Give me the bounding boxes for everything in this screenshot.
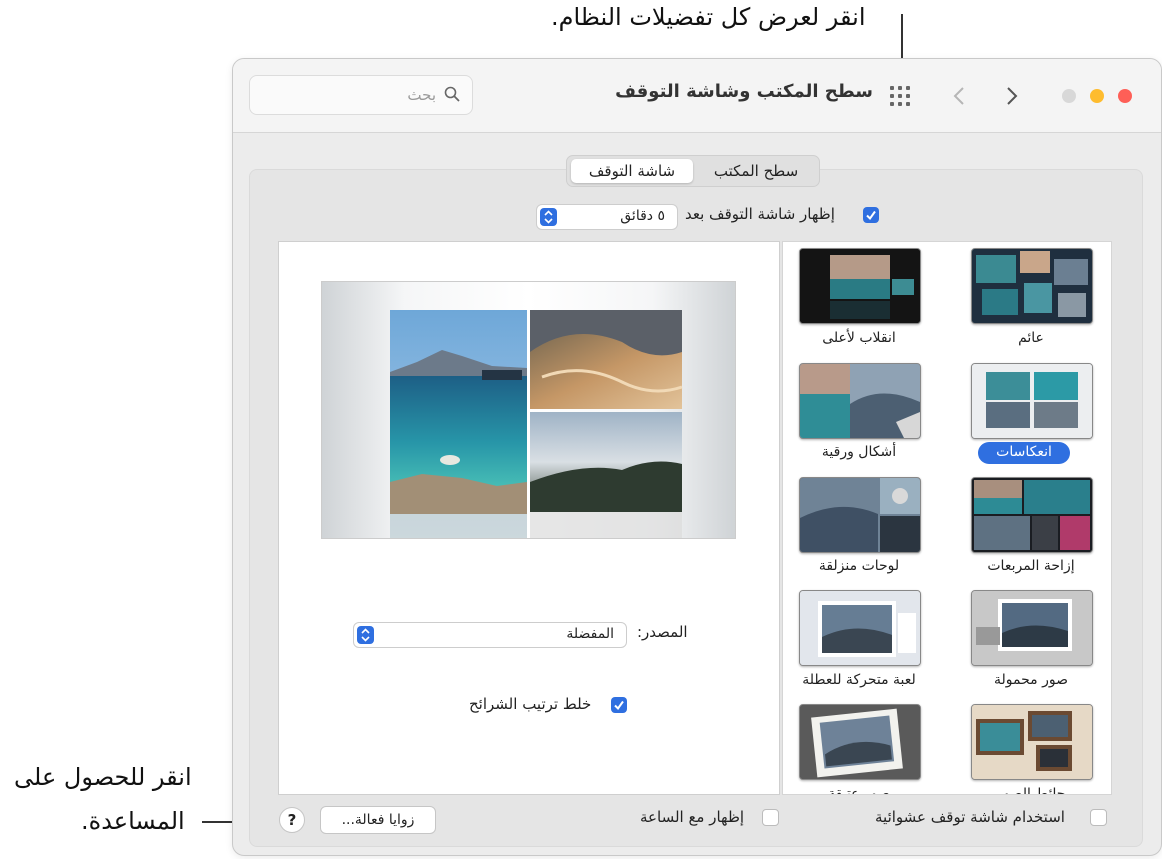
preview-image <box>321 281 736 539</box>
random-screensaver-checkbox[interactable] <box>1090 809 1107 826</box>
show-clock-label: إظهار مع الساعة <box>640 808 745 826</box>
label-photo-wall: حائط الصور <box>996 786 1066 795</box>
thumb-paper-shapes[interactable] <box>799 363 921 439</box>
show-after-popup[interactable]: ٥ دقائق <box>536 204 678 230</box>
minimize-button[interactable] <box>1090 89 1104 103</box>
chevron-right-icon <box>1007 87 1018 105</box>
callout-help-line2: المساعدة. <box>81 807 185 835</box>
checkmark-icon <box>866 210 876 221</box>
show-after-label: إظهار شاشة التوقف بعد <box>685 205 835 223</box>
screensaver-list[interactable]: عائم انقلاب لأعلى انعكاسات أشكال ورقية إ… <box>782 241 1112 795</box>
zoom-button[interactable] <box>1062 89 1076 103</box>
label-floating: عائم <box>1018 330 1044 346</box>
label-flipup: انقلاب لأعلى <box>822 330 896 346</box>
thumb-sliding-squares[interactable] <box>971 477 1093 553</box>
label-holiday-mobile: لعبة متحركة للعطلة <box>802 672 916 688</box>
back-button[interactable] <box>948 79 970 114</box>
random-screensaver-label: استخدام شاشة توقف عشوائية <box>875 808 1065 826</box>
thumb-sliding-panels[interactable] <box>799 477 921 553</box>
window-title: سطح المكتب وشاشة التوقف <box>615 81 873 102</box>
label-sliding-squares: إزاحة المربعات <box>987 558 1075 574</box>
callout-help-line1: انقر للحصول على <box>14 763 192 791</box>
thumb-flipup[interactable] <box>799 248 921 324</box>
shuffle-label: خلط ترتيب الشرائح <box>469 695 592 713</box>
checkmark-icon <box>614 700 624 711</box>
label-vintage-prints: صور عتيقة <box>828 786 890 795</box>
tab-screen-saver[interactable]: شاشة التوقف <box>571 156 693 186</box>
preview-collage <box>390 310 683 538</box>
search-placeholder: بحث <box>407 86 436 104</box>
title-bar: سطح المكتب وشاشة التوقف بحث <box>233 59 1161 133</box>
label-reflections: انعكاسات <box>996 444 1052 460</box>
popup-stepper-icon <box>540 208 557 226</box>
thumb-reflections[interactable] <box>971 363 1093 439</box>
shuffle-checkbox[interactable] <box>611 697 627 713</box>
show-after-value: ٥ دقائق <box>620 208 665 224</box>
show-after-checkbox[interactable] <box>863 207 879 223</box>
close-button[interactable] <box>1118 89 1132 103</box>
popup-stepper-icon <box>357 626 374 644</box>
tab-control: شاشة التوقف سطح المكتب <box>566 155 820 187</box>
search-icon <box>444 86 460 102</box>
forward-button[interactable] <box>1001 79 1023 114</box>
label-floating-photos: صور محمولة <box>994 672 1068 688</box>
thumb-photo-wall[interactable] <box>971 704 1093 780</box>
chevron-left-icon <box>953 87 964 105</box>
tab-desktop[interactable]: سطح المكتب <box>693 156 819 186</box>
label-paper-shapes: أشكال ورقية <box>821 444 897 460</box>
thumb-vintage-prints[interactable] <box>799 704 921 780</box>
hot-corners-button[interactable]: زوايا فعالة... <box>320 806 436 834</box>
screensaver-preview: المصدر: المفضلة خلط ترتيب الشرائح <box>278 241 780 795</box>
callout-system-preferences: انقر لعرض كل تفضيلات النظام. <box>551 3 866 31</box>
search-field[interactable]: بحث <box>249 75 473 115</box>
label-sliding-panels: لوحات منزلقة <box>818 558 900 574</box>
show-all-grid-icon[interactable] <box>888 84 914 108</box>
source-value: المفضلة <box>566 626 614 642</box>
thumb-floating[interactable] <box>971 248 1093 324</box>
thumb-floating-photos[interactable] <box>971 590 1093 666</box>
source-popup[interactable]: المفضلة <box>353 622 627 648</box>
source-label: المصدر: <box>637 623 688 641</box>
thumb-holiday-mobile[interactable] <box>799 590 921 666</box>
show-clock-checkbox[interactable] <box>762 809 779 826</box>
help-button[interactable]: ? <box>279 807 305 833</box>
